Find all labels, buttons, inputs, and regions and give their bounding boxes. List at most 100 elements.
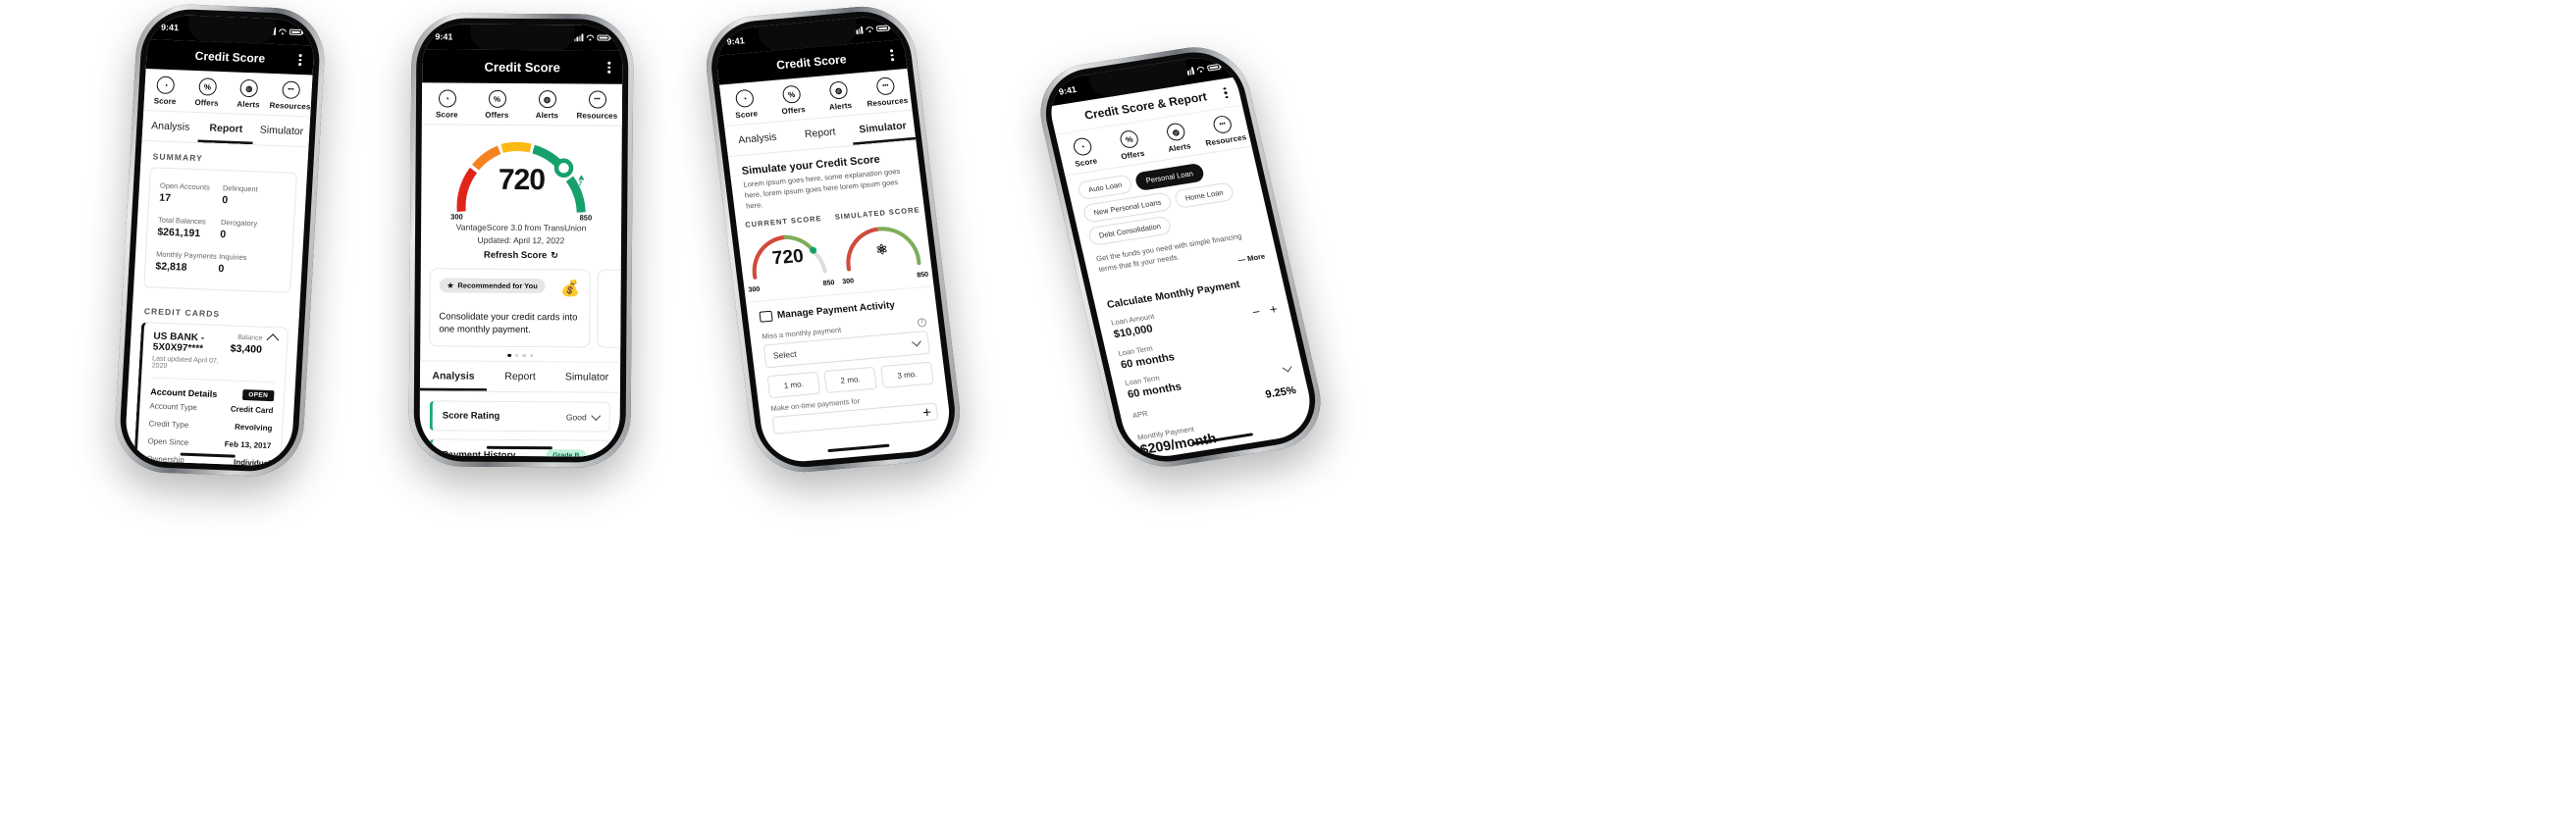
- nav-item-offers[interactable]: % Offers: [185, 77, 229, 109]
- chip-auto-loan[interactable]: Auto Loan: [1077, 174, 1134, 201]
- refresh-circle-icon: ↻: [551, 250, 558, 261]
- apr-value: 9.25%: [1264, 383, 1297, 401]
- nav-item-resources[interactable]: ••• Resources: [861, 76, 912, 109]
- nav-item-resources[interactable]: ••• Resources: [1197, 112, 1250, 148]
- kebab-menu-icon[interactable]: [298, 54, 302, 66]
- app-title: Credit Score: [484, 59, 560, 75]
- kebab-menu-icon[interactable]: [890, 49, 895, 62]
- nav-item-offers[interactable]: % Offers: [767, 83, 818, 117]
- nav-item-score[interactable]: ◔ Score: [144, 76, 187, 107]
- primary-nav: ◔ Score % Offers ◍ Alerts ••• Resources: [143, 69, 313, 118]
- nav-item-alerts[interactable]: ◍ Alerts: [228, 78, 271, 110]
- tab-simulator[interactable]: Simulator: [553, 362, 620, 391]
- nav-item-score[interactable]: ◔ Score: [1057, 134, 1110, 171]
- tab-bar: Analysis Report Simulator: [419, 360, 621, 393]
- home-indicator: [827, 443, 890, 453]
- recommendation-card-next[interactable]: [596, 269, 621, 348]
- chevron-down-icon[interactable]: [1282, 363, 1292, 373]
- nav-label: Score: [153, 96, 177, 107]
- info-icon[interactable]: i: [917, 317, 927, 328]
- chip-1mo[interactable]: 1 mo.: [766, 371, 821, 398]
- detail-label: Account Type: [149, 400, 198, 412]
- tab-analysis[interactable]: Analysis: [420, 361, 487, 390]
- ellipsis-icon: •••: [588, 90, 606, 109]
- apr-label: APR: [1131, 409, 1149, 421]
- summary-value: 17: [158, 191, 172, 205]
- nav-item-offers[interactable]: % Offers: [1104, 127, 1157, 163]
- score-gauge: 720 7 300 850: [421, 125, 622, 223]
- percent-icon: %: [1118, 128, 1140, 150]
- nav-item-alerts[interactable]: ◍ Alerts: [815, 79, 866, 113]
- tab-report[interactable]: Report: [197, 113, 254, 144]
- summary-value: 0: [220, 229, 227, 241]
- calculator-icon: [759, 310, 773, 323]
- account-header: US BANK - 5X0X97**** Last updated April …: [151, 331, 280, 374]
- nav-item-resources[interactable]: ••• Resources: [572, 90, 622, 121]
- chevron-down-icon: [911, 336, 921, 347]
- plus-icon[interactable]: +: [1268, 301, 1279, 317]
- tab-analysis[interactable]: Analysis: [724, 122, 790, 156]
- chevron-up-icon[interactable]: [266, 333, 280, 346]
- atom-icon: ⚛: [874, 240, 889, 258]
- nav-item-resources[interactable]: ••• Resources: [269, 80, 312, 112]
- percent-icon: %: [488, 89, 506, 108]
- kebab-menu-icon[interactable]: [607, 61, 611, 74]
- account-updated: Last updated April 07, 2020: [151, 355, 220, 371]
- phone-4-screen: 9:41 Credit Score & Report ◔ Score % Off…: [1043, 52, 1318, 462]
- speedometer-icon: ◔: [1072, 136, 1094, 157]
- summary-card: Open Accounts 17 Delinquent 0 Total Bala…: [143, 167, 297, 293]
- accordion-score-rating[interactable]: Score Rating Good: [429, 400, 610, 433]
- updated-line: Updated: April 12, 2022: [477, 234, 565, 246]
- tab-analysis[interactable]: Analysis: [142, 111, 199, 142]
- gauge-marker: [553, 158, 574, 179]
- detail-label: Open Since: [147, 435, 189, 447]
- tab-report[interactable]: Report: [487, 362, 553, 391]
- summary-cell: Inquiries 0: [218, 247, 283, 283]
- bureau-line: VantageScore 3.0 from TransUnion: [455, 222, 587, 233]
- minus-icon[interactable]: −: [1251, 304, 1262, 320]
- summary-cell: Derogatory 0: [220, 213, 285, 249]
- nav-label: Alerts: [828, 100, 853, 112]
- bell-icon: ◍: [538, 90, 556, 109]
- chip-2mo[interactable]: 2 mo.: [823, 366, 877, 393]
- wifi-icon: [866, 26, 874, 33]
- nav-item-score[interactable]: ◔ Score: [720, 87, 771, 121]
- phone-2-screen: 9:41 Credit Score ◔ Score % Offers ◍ Ale…: [419, 24, 623, 457]
- chip-home-loan[interactable]: Home Loan: [1173, 181, 1235, 209]
- status-icons: [1183, 63, 1222, 77]
- nav-label: Offers: [194, 97, 219, 108]
- bell-icon: ◍: [828, 80, 849, 100]
- recommendation-text: Consolidate your credit cards into one m…: [439, 311, 578, 335]
- tab-simulator[interactable]: Simulator: [850, 111, 916, 145]
- plus-icon[interactable]: +: [918, 404, 936, 422]
- battery-icon: [289, 28, 303, 36]
- current-score-gauge: CURRENT SCORE 720 300 850: [736, 213, 839, 294]
- bell-icon: ◍: [239, 78, 259, 98]
- kebab-menu-icon[interactable]: [1223, 86, 1229, 99]
- nav-label: Score: [1074, 156, 1099, 169]
- badge-label: Recommended for You: [457, 281, 538, 291]
- summary-label: Monthly Payments: [155, 249, 218, 261]
- nav-item-score[interactable]: ◔ Score: [422, 89, 472, 120]
- speedometer-icon: ◔: [156, 76, 176, 95]
- status-icons: [853, 25, 890, 35]
- account-card[interactable]: US BANK - 5X0X97**** Last updated April …: [130, 321, 289, 467]
- chip-3mo[interactable]: 3 mo.: [880, 361, 934, 388]
- amount-stepper[interactable]: − +: [1251, 301, 1279, 320]
- tab-report[interactable]: Report: [787, 116, 853, 150]
- carousel-dots[interactable]: [420, 353, 620, 358]
- bell-icon: ◍: [1165, 122, 1187, 142]
- status-time: 9:41: [160, 22, 180, 33]
- delta-value: 7: [578, 180, 583, 188]
- nav-item-offers[interactable]: % Offers: [472, 89, 522, 120]
- score-delta: 7: [578, 175, 585, 188]
- nav-label: Alerts: [535, 111, 559, 121]
- mockup-stage: 9:41 Credit Score ◔ Score % Offers ◍ Ale…: [0, 0, 2576, 817]
- nav-label: Resources: [1204, 132, 1248, 148]
- grade-badge: Grade B: [546, 449, 587, 457]
- recommendation-card[interactable]: ★ Recommended for You 💰 Consolidate your…: [429, 268, 591, 348]
- nav-item-alerts[interactable]: ◍ Alerts: [1150, 120, 1203, 156]
- tab-simulator[interactable]: Simulator: [253, 115, 310, 146]
- nav-item-alerts[interactable]: ◍ Alerts: [522, 90, 572, 120]
- summary-value: 0: [221, 194, 229, 207]
